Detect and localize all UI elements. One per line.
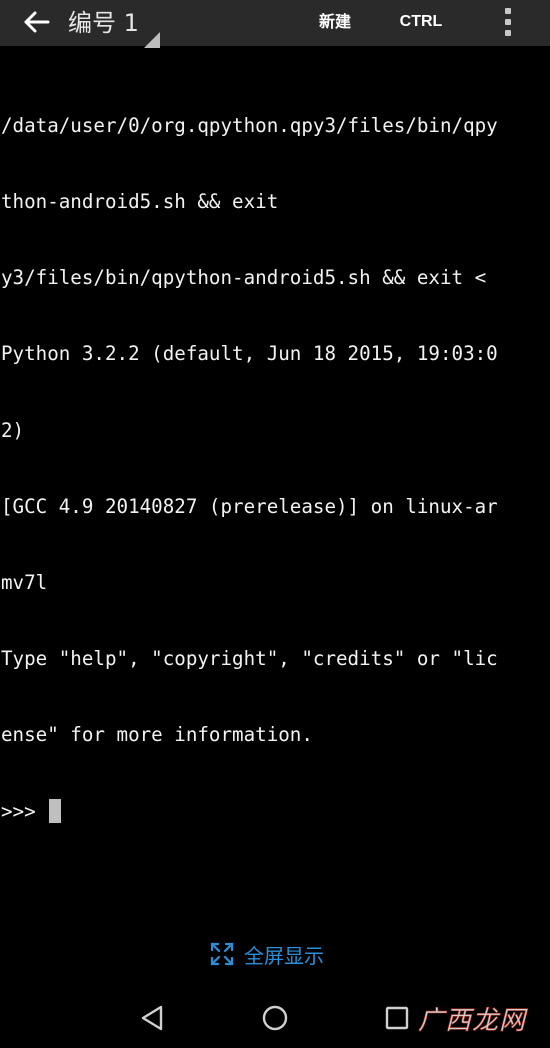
nav-back-button[interactable] xyxy=(132,998,172,1038)
arrow-left-icon xyxy=(24,11,50,33)
terminal-line: Type "help", "copyright", "credits" or "… xyxy=(1,647,498,671)
nav-home-button[interactable] xyxy=(255,998,295,1038)
terminal-line: mv7l xyxy=(1,571,48,595)
nav-recent-button[interactable] xyxy=(377,998,417,1038)
nav-home-circle-icon xyxy=(262,1005,288,1031)
ctrl-key-button[interactable]: CTRL xyxy=(392,8,450,36)
fullscreen-button[interactable]: 全屏显示 xyxy=(210,938,350,970)
nav-back-triangle-icon xyxy=(141,1005,163,1031)
overflow-menu-button[interactable] xyxy=(496,4,520,40)
more-vertical-icon-dot xyxy=(505,19,511,25)
terminal-line: [GCC 4.9 20140827 (prerelease)] on linux… xyxy=(1,494,498,518)
text-cursor xyxy=(49,798,62,823)
prompt-line: >>> xyxy=(0,798,550,824)
more-vertical-icon xyxy=(505,8,511,14)
action-bar: 编号 1 新建 CTRL xyxy=(0,0,550,48)
terminal-line: y3/files/bin/qpython-android5.sh && exit… xyxy=(1,266,487,290)
python-prompt: >>> xyxy=(1,799,48,823)
spinner-triangle-icon xyxy=(144,32,160,48)
terminal-line: thon-android5.sh && exit xyxy=(1,190,279,214)
terminal-line: 2) xyxy=(1,418,25,442)
fullscreen-label: 全屏显示 xyxy=(244,943,324,968)
screen: 编号 1 新建 CTRL /data/user/0/org.qpython.qp… xyxy=(0,0,550,1048)
terminal-line: ense" for more information. xyxy=(1,723,313,747)
system-nav-bar xyxy=(0,990,550,1048)
terminal-view[interactable]: /data/user/0/org.qpython.qpy3/files/bin/… xyxy=(0,62,550,922)
terminal-line: Python 3.2.2 (default, Jun 18 2015, 19:0… xyxy=(1,342,498,366)
new-session-button[interactable]: 新建 xyxy=(308,8,362,36)
more-vertical-icon-dot xyxy=(505,30,511,36)
session-title: 编号 1 xyxy=(68,9,139,37)
expand-icon xyxy=(210,942,234,966)
session-spinner[interactable]: 编号 1 xyxy=(66,2,164,48)
terminal-line: /data/user/0/org.qpython.qpy3/files/bin/… xyxy=(1,113,498,137)
back-button[interactable] xyxy=(18,6,54,38)
nav-recent-square-icon xyxy=(385,1006,409,1030)
